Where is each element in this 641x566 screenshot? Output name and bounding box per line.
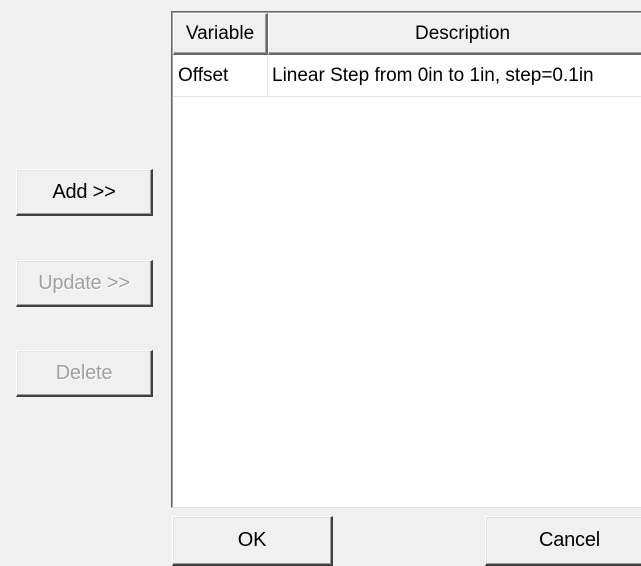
column-header-description[interactable]: Description — [268, 13, 641, 55]
table-row[interactable]: Offset Linear Step from 0in to 1in, step… — [173, 56, 641, 97]
ok-button[interactable]: OK — [172, 516, 333, 566]
cell-description: Linear Step from 0in to 1in, step=0.1in — [272, 65, 594, 86]
delete-button[interactable]: Delete — [16, 350, 153, 397]
cell-variable: Offset — [173, 56, 268, 96]
table-header: Variable Description — [173, 13, 641, 55]
add-button[interactable]: Add >> — [16, 169, 153, 216]
cancel-button[interactable]: Cancel — [485, 516, 641, 566]
column-header-variable[interactable]: Variable — [173, 13, 268, 55]
update-button[interactable]: Update >> — [16, 260, 153, 307]
variables-list[interactable]: Variable Description Offset Linear Step … — [171, 11, 641, 508]
